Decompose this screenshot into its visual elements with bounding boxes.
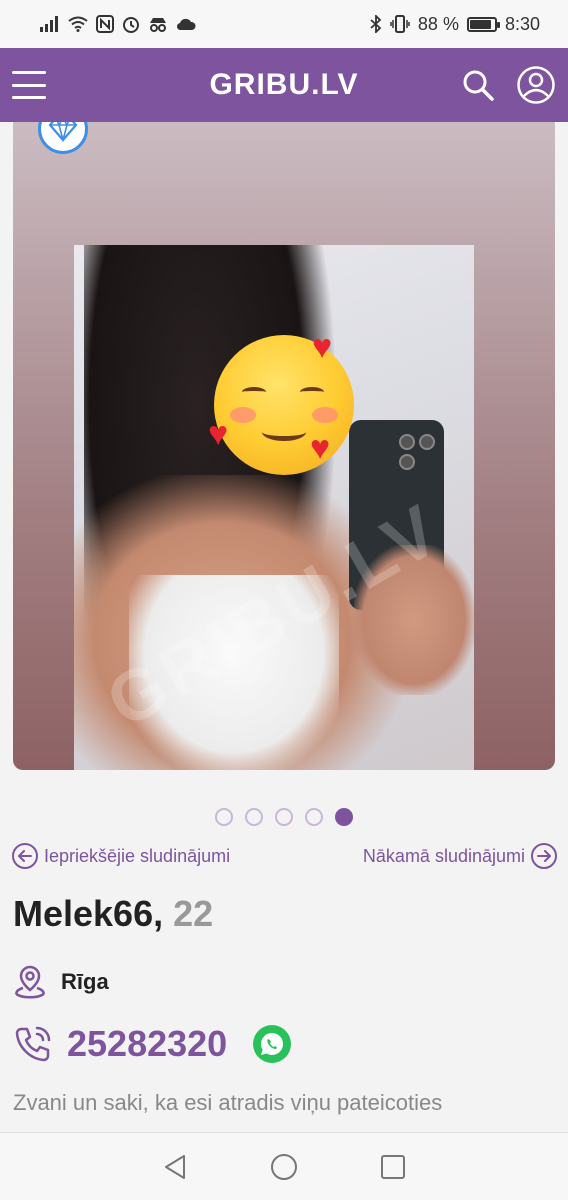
profile-title: Melek66, 22 (13, 893, 213, 935)
recents-square-icon (381, 1154, 406, 1179)
wifi-icon (68, 16, 88, 32)
location-pin-icon (15, 965, 45, 999)
cloud-icon (176, 18, 196, 31)
account-button[interactable] (516, 65, 556, 105)
photo-lens (419, 434, 435, 450)
alarm-icon (123, 17, 139, 33)
previous-listings-link[interactable]: Iepriekšējie sludinājumi (12, 843, 230, 869)
photo-lens (399, 454, 415, 470)
location-row: Rīga (13, 964, 109, 1000)
vip-badge (38, 122, 88, 154)
signal-icon (40, 16, 58, 32)
back-triangle-icon (164, 1154, 185, 1179)
profile-name: Melek66, (13, 893, 164, 934)
phone-call-icon (15, 1026, 51, 1062)
pagination-dot[interactable] (215, 808, 233, 826)
status-right: 88 % 8:30 (370, 14, 540, 35)
emoji-cheek (230, 407, 256, 423)
heart-icon: ♥ (208, 415, 229, 453)
clock: 8:30 (504, 13, 540, 34)
battery-percent: 88 % (417, 13, 459, 34)
app-header: GRIBU.LV (0, 48, 568, 122)
menu-bar (12, 83, 46, 87)
next-listing-link[interactable]: Nākamā sludinājumi (363, 843, 557, 869)
whatsapp-icon (261, 1032, 284, 1055)
photo-gallery[interactable]: ♥ ♥ ♥ GRIBU.LV (13, 122, 555, 770)
profile-photo[interactable]: ♥ ♥ ♥ GRIBU.LV (74, 245, 474, 770)
arrow-left-icon (12, 843, 38, 869)
pagination-dot[interactable] (245, 808, 263, 826)
status-left-icons (40, 15, 196, 33)
search-icon (463, 70, 494, 101)
location-text: Rīga (61, 969, 109, 994)
gallery-pagination (0, 808, 568, 826)
user-icon (517, 66, 555, 104)
home-circle-icon (270, 1153, 297, 1180)
incognito-icon (150, 18, 166, 32)
listing-navigation: Iepriekšējie sludinājumi Nākamā sludināj… (12, 843, 557, 869)
status-bar: 88 % 8:30 (0, 0, 568, 48)
whatsapp-button[interactable] (253, 1025, 292, 1063)
home-button[interactable] (267, 1150, 301, 1184)
phone-row: 25282320 (13, 1023, 292, 1065)
previous-listings-label: Iepriekšējie sludinājumi (44, 845, 231, 866)
diamond-icon (48, 122, 78, 142)
emoji-mouth (262, 423, 306, 441)
pagination-dot[interactable] (275, 808, 293, 826)
profile-age: 22 (173, 893, 214, 934)
system-navigation-bar (0, 1132, 568, 1200)
next-listing-label: Nākamā sludinājumi (362, 845, 525, 866)
search-button[interactable] (458, 65, 498, 105)
battery-icon (466, 16, 500, 32)
menu-bar (12, 96, 46, 99)
menu-bar (12, 71, 46, 74)
phone-number-link[interactable]: 25282320 (67, 1023, 227, 1065)
pagination-dot[interactable] (335, 808, 353, 826)
battery-level (469, 19, 492, 29)
heart-icon: ♥ (310, 429, 331, 467)
header-actions (458, 65, 556, 105)
heart-icon: ♥ (312, 328, 333, 366)
nfc-icon (96, 15, 114, 33)
back-button[interactable] (158, 1150, 192, 1184)
emoji-eye (300, 387, 324, 397)
bluetooth-icon (370, 15, 382, 33)
recents-button[interactable] (376, 1150, 410, 1184)
menu-button[interactable] (12, 71, 46, 99)
smiling-face-with-hearts-icon (214, 335, 354, 475)
arrow-right-icon (531, 843, 557, 869)
vibrate-icon (390, 15, 410, 33)
pagination-dot[interactable] (305, 808, 323, 826)
emoji-cheek (312, 407, 338, 423)
photo-lens (399, 434, 415, 450)
emoji-eye (242, 387, 266, 397)
call-note: Zvani un saki, ka esi atradis viņu patei… (13, 1090, 443, 1115)
